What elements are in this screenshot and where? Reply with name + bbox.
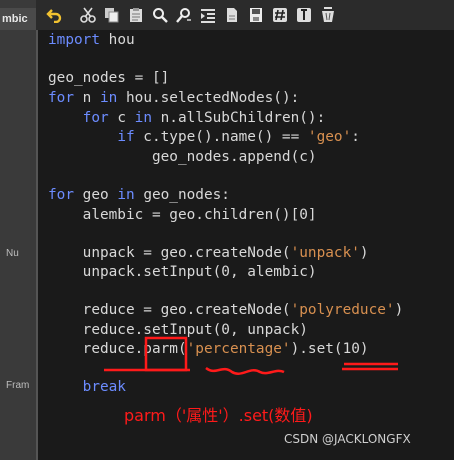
watermark: CSDN @JACKLONGFX <box>284 432 411 446</box>
annotation-caption: parm（'属性'）.set(数值) <box>124 406 313 425</box>
annotation-overlay <box>104 336 398 375</box>
parm-highlight-box <box>144 336 188 372</box>
wavy-underline <box>205 366 285 375</box>
